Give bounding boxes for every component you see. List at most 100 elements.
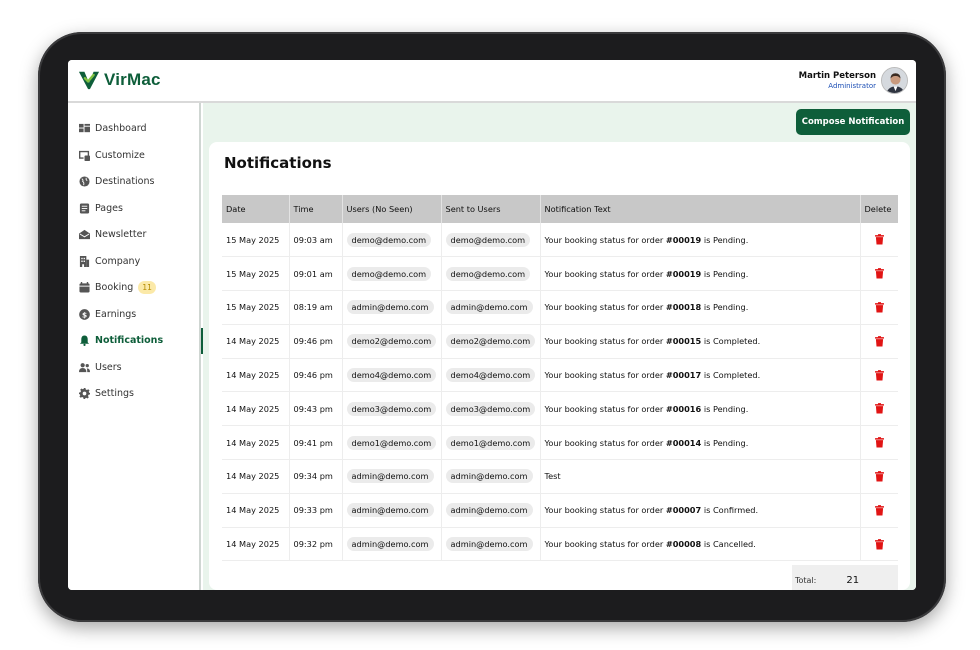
- table-row[interactable]: 14 May 2025 09:33 pm admin@demo.com admin@d…: [222, 493, 898, 528]
- row-notification-text: Your booking status for order #00007 is …: [540, 493, 861, 528]
- row-time: 09:03 am: [289, 223, 343, 258]
- row-date: 14 May 2025: [222, 324, 290, 359]
- gear-icon: [79, 387, 90, 399]
- table-row[interactable]: 14 May 2025 09:41 pm demo1@demo.com demo1@d…: [222, 425, 898, 461]
- sidebar-item-label: Users: [95, 361, 122, 373]
- sidebar-item-users[interactable]: Users: [68, 356, 201, 378]
- column-header-users-unseen[interactable]: Users (No Seen): [342, 195, 442, 223]
- user-chip: demo2@demo.com: [346, 334, 437, 349]
- table-row[interactable]: 15 May 2025 09:01 am demo@demo.com demo@dem…: [222, 256, 898, 292]
- sidebar-item-destinations[interactable]: Destinations: [68, 170, 201, 192]
- notification-text-suffix: is Pending.: [701, 403, 749, 414]
- notification-text-suffix: is Pending.: [701, 268, 749, 279]
- booking-icon: [79, 281, 90, 293]
- avatar[interactable]: [881, 67, 908, 94]
- app-logo[interactable]: VirMac: [78, 69, 161, 91]
- sidebar-item-label: Earnings: [95, 308, 137, 320]
- column-header-time[interactable]: Time: [289, 195, 343, 223]
- sidebar-item-company[interactable]: Company: [68, 250, 201, 272]
- column-header-sent-to[interactable]: Sent to Users: [441, 195, 541, 223]
- sidebar-item-earnings[interactable]: $ Earnings: [68, 303, 201, 325]
- order-number: #00019: [665, 268, 702, 279]
- trash-icon[interactable]: [874, 369, 884, 381]
- row-notification-text: Your booking status for order #00008 is …: [540, 527, 861, 562]
- trash-icon[interactable]: [874, 268, 884, 279]
- row-unseen-user: demo3@demo.com: [342, 391, 442, 427]
- sidebar-item-label: Destinations: [95, 175, 155, 187]
- user-chip: demo1@demo.com: [445, 435, 536, 450]
- order-number: #00007: [665, 505, 702, 516]
- total-label: Total:: [795, 575, 817, 585]
- row-time: 09:33 pm: [289, 493, 343, 528]
- row-unseen-user: admin@demo.com: [342, 290, 442, 325]
- notification-text-prefix: Your booking status for order: [544, 505, 666, 516]
- table-row[interactable]: 14 May 2025 09:34 pm admin@demo.com admin@d…: [222, 459, 898, 494]
- trash-icon[interactable]: [874, 335, 884, 347]
- order-number: #00015: [665, 336, 702, 347]
- newsletter-icon: [79, 229, 90, 239]
- table-row[interactable]: 14 May 2025 09:46 pm demo2@demo.com demo2@d…: [222, 324, 898, 359]
- table-row[interactable]: 14 May 2025 09:32 pm admin@demo.com admin@d…: [222, 527, 898, 562]
- sidebar-item-label: Notifications: [95, 334, 164, 346]
- user-chip: demo3@demo.com: [346, 401, 437, 416]
- row-unseen-user: demo1@demo.com: [342, 425, 442, 461]
- column-header-date[interactable]: Date: [222, 195, 290, 223]
- trash-icon[interactable]: [874, 302, 884, 313]
- sidebar-item-settings[interactable]: Settings: [68, 382, 201, 404]
- row-unseen-user: demo2@demo.com: [342, 324, 442, 359]
- order-number: #00017: [665, 370, 702, 381]
- pages-icon: [79, 202, 90, 214]
- notification-text-prefix: Your booking status for order: [544, 336, 666, 347]
- column-header-text[interactable]: Notification Text: [540, 195, 861, 223]
- booking-count-badge: 11: [138, 280, 156, 294]
- trash-icon[interactable]: [874, 403, 884, 414]
- trash-icon[interactable]: [874, 234, 884, 245]
- building-icon: [79, 255, 90, 267]
- row-unseen-user: demo@demo.com: [342, 223, 442, 258]
- user-chip: admin@demo.com: [445, 537, 533, 552]
- trash-icon[interactable]: [874, 538, 884, 550]
- sidebar-item-notifications[interactable]: Notifications: [68, 328, 203, 354]
- user-menu[interactable]: Martin Peterson Administrator: [799, 67, 908, 94]
- compose-notification-button[interactable]: Compose Notification: [796, 109, 910, 135]
- trash-icon[interactable]: [874, 437, 884, 448]
- table-row[interactable]: 14 May 2025 09:46 pm demo4@demo.com demo4@d…: [222, 358, 898, 393]
- row-date: 14 May 2025: [222, 493, 290, 528]
- bell-icon: [79, 334, 90, 346]
- sidebar-item-dashboard[interactable]: Dashboard: [68, 117, 201, 139]
- sidebar-item-booking[interactable]: Booking 11: [68, 276, 201, 298]
- total-value: 21: [846, 574, 860, 586]
- notification-text-suffix: is Pending.: [701, 437, 749, 448]
- trash-icon[interactable]: [874, 504, 884, 516]
- customize-icon: [79, 150, 90, 161]
- row-time: 09:32 pm: [289, 527, 343, 562]
- row-sent-user: admin@demo.com: [441, 493, 541, 528]
- row-time: 09:01 am: [289, 256, 343, 292]
- table-row[interactable]: 14 May 2025 09:43 pm demo3@demo.com demo3@d…: [222, 391, 898, 427]
- screen: VirMac Martin Peterson Administrator Das…: [68, 60, 916, 590]
- row-notification-text: Your booking status for order #00014 is …: [540, 425, 861, 461]
- notification-text-suffix: is Cancelled.: [701, 539, 756, 550]
- row-sent-user: demo@demo.com: [441, 256, 541, 292]
- user-chip: demo@demo.com: [445, 266, 531, 281]
- user-chip: admin@demo.com: [445, 300, 533, 315]
- table-row[interactable]: 15 May 2025 08:19 am admin@demo.com admin@d…: [222, 290, 898, 325]
- row-notification-text: Your booking status for order #00019 is …: [540, 223, 861, 258]
- sidebar-item-customize[interactable]: Customize: [68, 144, 201, 166]
- page-title: Notifications: [224, 154, 332, 172]
- user-chip: admin@demo.com: [346, 537, 434, 552]
- sidebar-item-label: Customize: [95, 149, 145, 161]
- row-time: 09:46 pm: [289, 324, 343, 359]
- user-chip: demo3@demo.com: [445, 401, 536, 416]
- notification-text-prefix: Your booking status for order: [544, 370, 666, 381]
- order-number: #00008: [665, 539, 702, 550]
- row-notification-text: Your booking status for order #00017 is …: [540, 358, 861, 393]
- row-delete-cell: [860, 290, 898, 325]
- trash-icon[interactable]: [874, 471, 884, 482]
- table-row[interactable]: 15 May 2025 09:03 am demo@demo.com demo@dem…: [222, 223, 898, 258]
- sidebar-item-newsletter[interactable]: Newsletter: [68, 223, 201, 245]
- sidebar: Dashboard Customize Destinations Pages N…: [68, 103, 203, 590]
- user-chip: admin@demo.com: [346, 300, 434, 315]
- row-date: 15 May 2025: [222, 256, 290, 292]
- sidebar-item-pages[interactable]: Pages: [68, 197, 201, 219]
